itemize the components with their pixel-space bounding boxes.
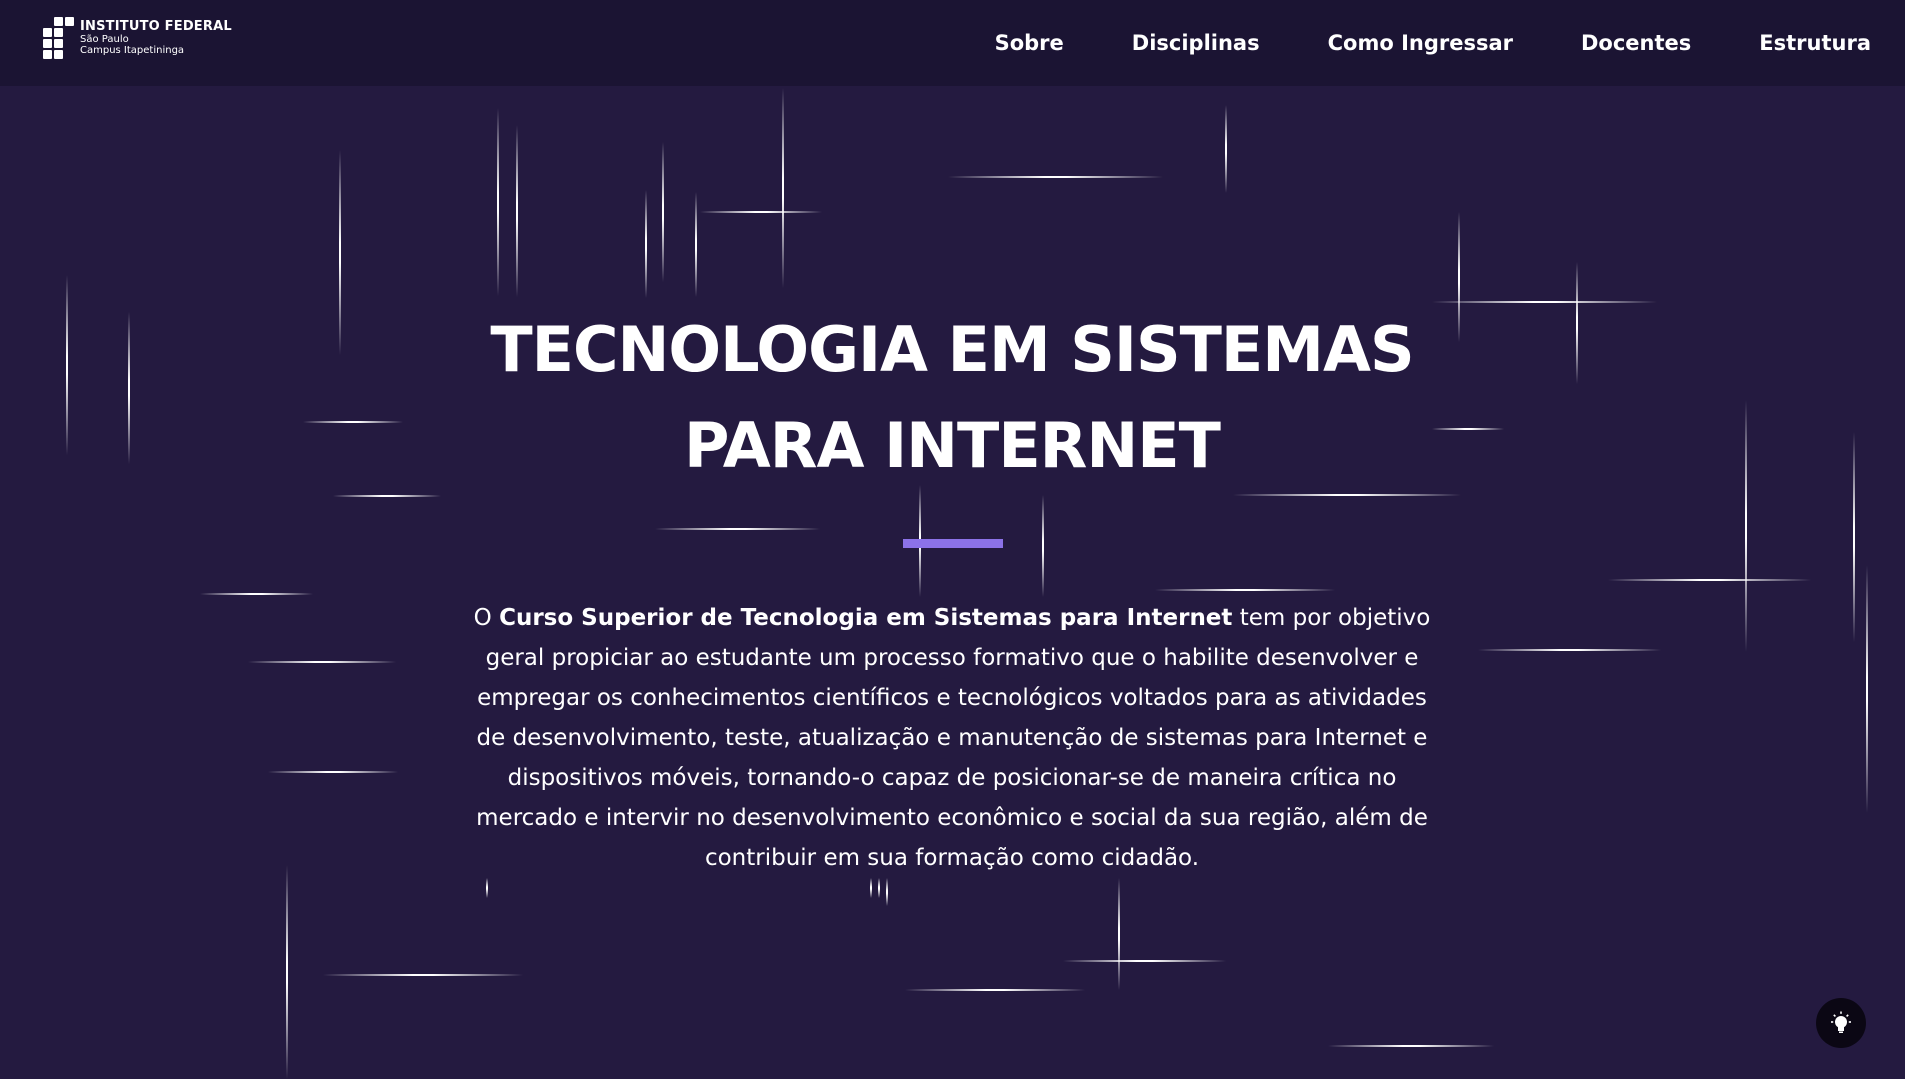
- if-logo-icon: [43, 17, 74, 59]
- page: INSTITUTO FEDERAL São Paulo Campus Itape…: [0, 0, 1905, 1079]
- course-description: O Curso Superior de Tecnologia em Sistem…: [472, 598, 1432, 878]
- page-title-line-1: TECNOLOGIA EM SISTEMAS: [490, 313, 1414, 386]
- page-title: TECNOLOGIA EM SISTEMAS PARA INTERNET: [452, 302, 1452, 494]
- institution-logo[interactable]: INSTITUTO FEDERAL São Paulo Campus Itape…: [43, 17, 232, 59]
- nav-link-estrutura[interactable]: Estrutura: [1759, 31, 1871, 55]
- logo-title: INSTITUTO FEDERAL: [80, 18, 232, 34]
- page-title-line-2: PARA INTERNET: [684, 409, 1221, 482]
- course-name-highlight: Curso Superior de Tecnologia em Sistemas…: [499, 605, 1233, 631]
- description-body: tem por objetivo geral propiciar ao estu…: [476, 605, 1431, 871]
- main-nav: Sobre Disciplinas Como Ingressar Docente…: [927, 0, 1871, 86]
- theme-toggle-button[interactable]: [1816, 998, 1866, 1048]
- title-accent-bar: [903, 539, 1003, 548]
- logo-state: São Paulo: [80, 34, 129, 46]
- nav-link-como-ingressar[interactable]: Como Ingressar: [1328, 31, 1513, 55]
- description-prefix: O: [473, 605, 500, 631]
- nav-link-sobre[interactable]: Sobre: [995, 31, 1064, 55]
- nav-link-disciplinas[interactable]: Disciplinas: [1132, 31, 1260, 55]
- logo-text: INSTITUTO FEDERAL São Paulo Campus Itape…: [80, 18, 232, 57]
- logo-campus: Campus Itapetininga: [80, 45, 185, 57]
- hero-section: TECNOLOGIA EM SISTEMAS PARA INTERNET O C…: [0, 0, 1905, 1079]
- site-header: INSTITUTO FEDERAL São Paulo Campus Itape…: [0, 0, 1905, 86]
- lightbulb-icon: [1831, 1011, 1851, 1033]
- nav-link-docentes[interactable]: Docentes: [1581, 31, 1691, 55]
